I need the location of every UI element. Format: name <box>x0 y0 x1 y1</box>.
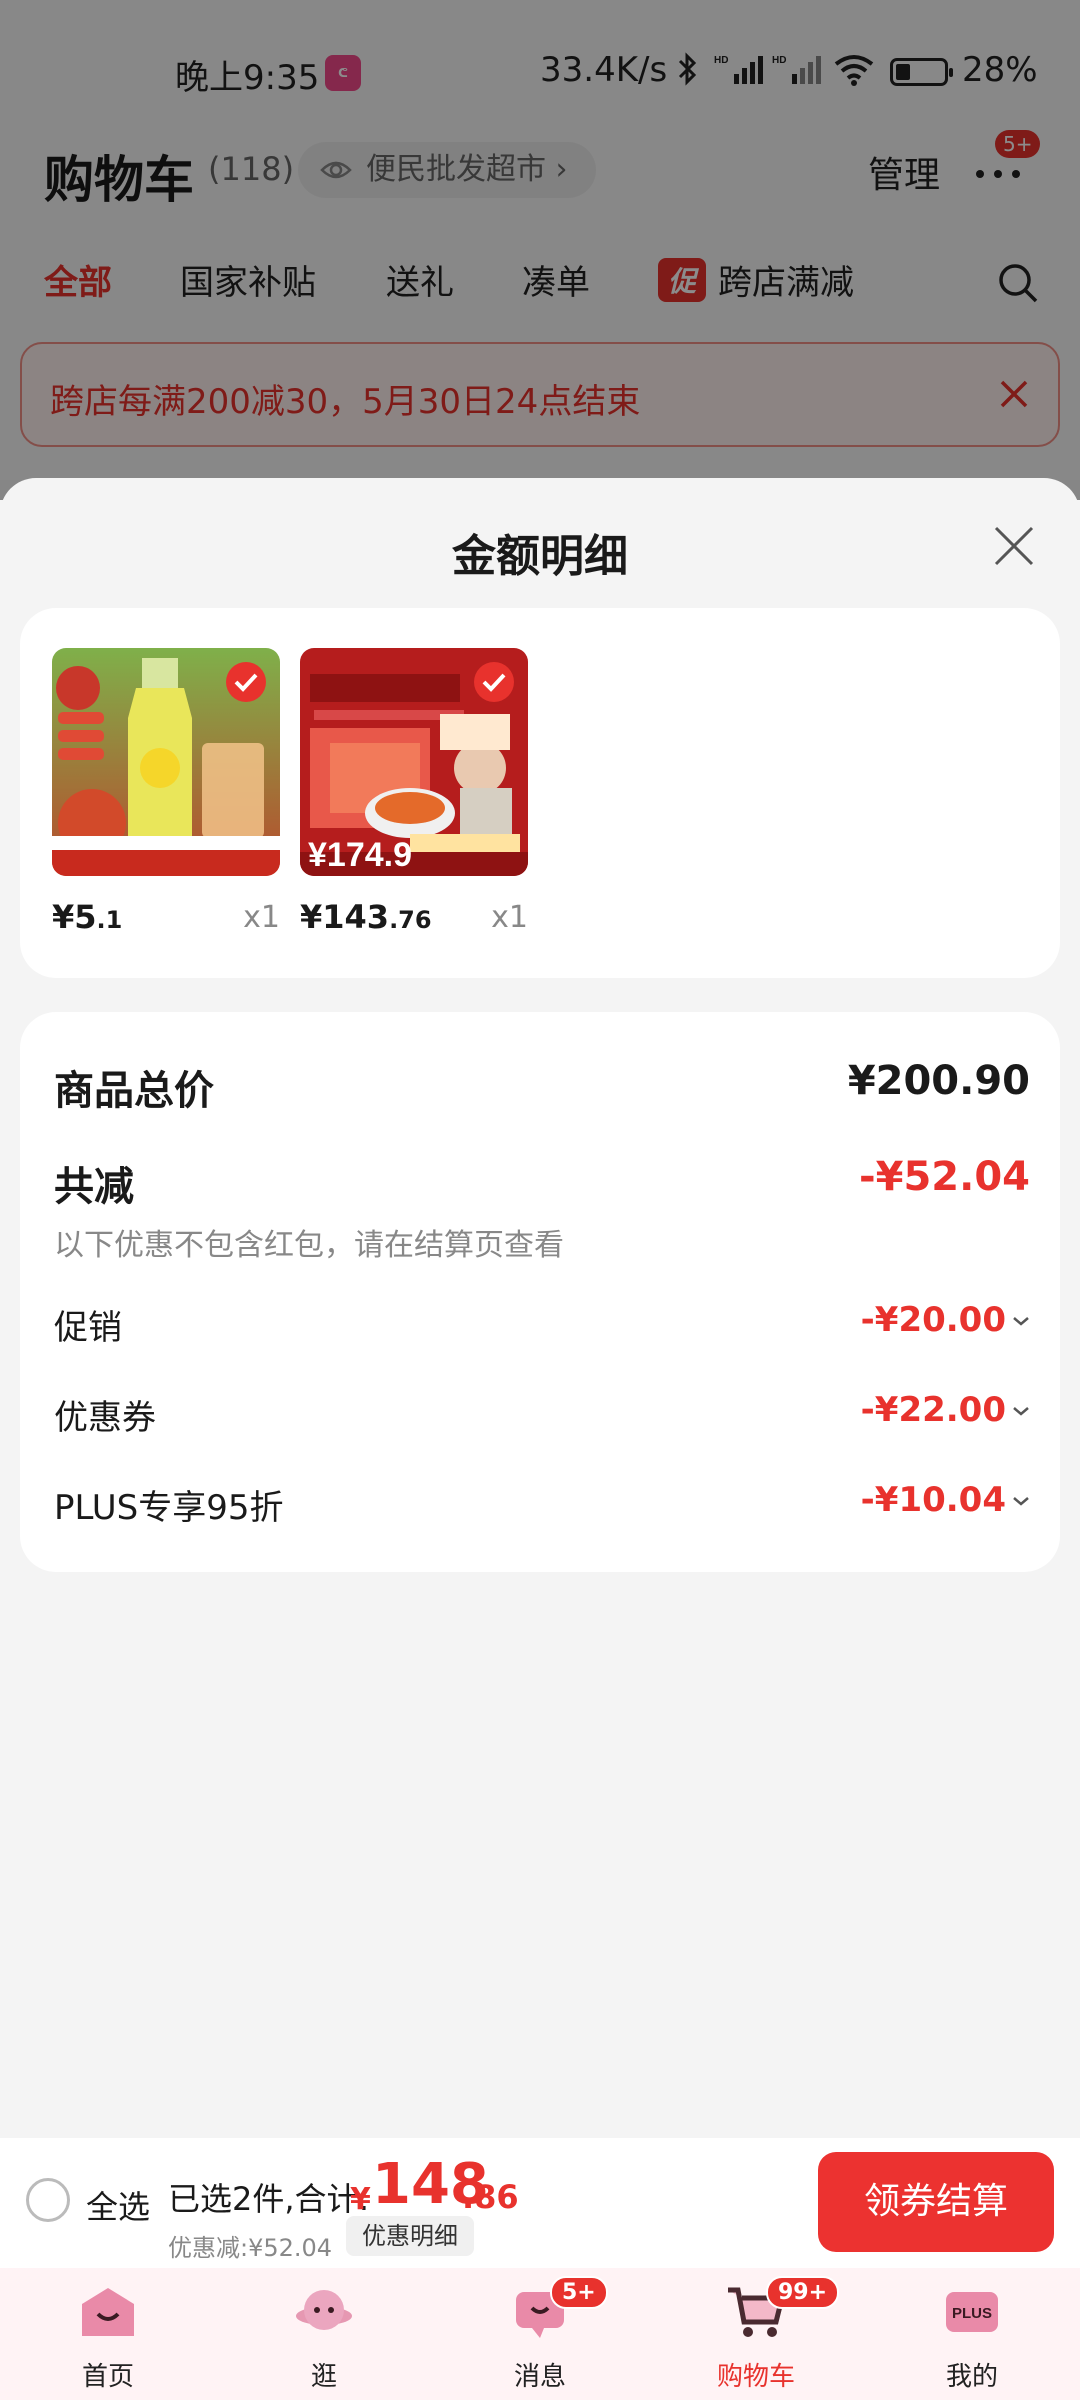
total-value: ¥200.90 <box>847 1058 1030 1104</box>
price-summary-card: 商品总价 ¥200.90 共减 -¥52.04 以下优惠不包含红包，请在结算页查… <box>20 1012 1060 1572</box>
product-image-pasta: ¥174.9 <box>300 648 528 876</box>
messages-badge: 5+ <box>550 2276 608 2309</box>
total-label: 商品总价 <box>54 1068 214 1114</box>
svg-text:PLUS: PLUS <box>952 2305 992 2322</box>
select-all-checkbox[interactable] <box>26 2178 70 2222</box>
checkout-button[interactable]: 领券结算 <box>818 2152 1054 2252</box>
coupon-label: 优惠券 <box>54 1398 156 1438</box>
discount-line: 优惠减:¥52.04 <box>168 2234 333 2262</box>
total-decimal: .86 <box>462 2178 519 2216</box>
plus-discount-label: PLUS专享95折 <box>54 1488 284 1528</box>
discount-note: 以下优惠不包含红包，请在结算页查看 <box>54 1228 564 1263</box>
coupon-amount: -¥22.00 <box>860 1390 1006 1430</box>
product-image-apple-juice <box>52 648 280 876</box>
tab-label: 逛 <box>310 2362 337 2392</box>
total-currency: ¥ <box>350 2182 371 2217</box>
modal-overlay[interactable] <box>0 0 1080 500</box>
promo-amount: -¥20.00 <box>860 1300 1006 1340</box>
tab-label: 首页 <box>81 2362 134 2392</box>
product-price-dec: .1 <box>96 906 123 934</box>
product-price-dec: .76 <box>389 906 432 934</box>
svg-text:¥174.9: ¥174.9 <box>308 836 412 874</box>
chevron-down-icon <box>1013 1317 1029 1326</box>
plus-icon: PLUS <box>946 2292 998 2332</box>
tab-home[interactable]: 首页 <box>0 2268 216 2400</box>
planet-icon <box>296 2290 352 2330</box>
plus-discount-amount: -¥10.04 <box>860 1480 1006 1520</box>
product-price-int: ¥5 <box>52 898 97 936</box>
close-icon[interactable] <box>990 522 1038 570</box>
product-item[interactable]: ¥5.1 x1 <box>52 648 280 936</box>
selected-info: 已选2件,合计: <box>168 2180 370 2218</box>
reduce-value: -¥52.04 <box>859 1154 1030 1200</box>
checkout-bar: 全选 已选2件,合计: ¥ 148 .86 优惠减:¥52.04 优惠明细 领券… <box>0 2138 1080 2268</box>
discount-detail-button[interactable]: 优惠明细 <box>346 2216 474 2256</box>
coupon-value[interactable]: -¥22.00 <box>861 1390 1030 1430</box>
reduce-label: 共减 <box>54 1164 134 1210</box>
tab-messages[interactable]: 5+ 消息 <box>432 2268 648 2400</box>
plus-discount-value[interactable]: -¥10.04 <box>861 1480 1030 1520</box>
checkmark-icon <box>474 662 514 702</box>
home-icon <box>82 2288 134 2336</box>
product-price-int: ¥143 <box>300 898 390 936</box>
products-card: ¥5.1 x1 ¥174.9 ¥143.76 x1 <box>20 608 1060 978</box>
sheet-title: 金额明细 <box>452 531 628 582</box>
tab-mine[interactable]: PLUS 我的 <box>864 2268 1080 2400</box>
product-item[interactable]: ¥174.9 ¥143.76 x1 <box>300 648 528 936</box>
select-all-label[interactable]: 全选 <box>86 2182 150 2228</box>
product-price: ¥5.1 <box>52 898 122 936</box>
tab-label: 我的 <box>945 2362 998 2392</box>
amount-detail-sheet: 金额明细 ¥5.1 x1 ¥174.9 ¥143.76 x1 商品总价 ¥200… <box>0 478 1080 2138</box>
product-price: ¥143.76 <box>300 898 432 936</box>
promo-label: 促销 <box>54 1308 122 1348</box>
tab-label: 消息 <box>513 2362 566 2392</box>
chevron-down-icon <box>1013 1407 1029 1416</box>
tab-cart[interactable]: 99+ 购物车 <box>648 2268 864 2400</box>
product-qty: x1 <box>243 900 280 935</box>
promo-value[interactable]: -¥20.00 <box>861 1300 1030 1340</box>
checkmark-icon <box>226 662 266 702</box>
product-qty: x1 <box>491 900 528 935</box>
tab-label: 购物车 <box>716 2362 795 2392</box>
bottom-tab-bar: 首页 逛 5+ 消息 99+ 购物车 PLUS 我的 <box>0 2268 1080 2400</box>
cart-badge: 99+ <box>766 2276 840 2309</box>
tab-explore[interactable]: 逛 <box>216 2268 432 2400</box>
chevron-down-icon <box>1013 1497 1029 1506</box>
